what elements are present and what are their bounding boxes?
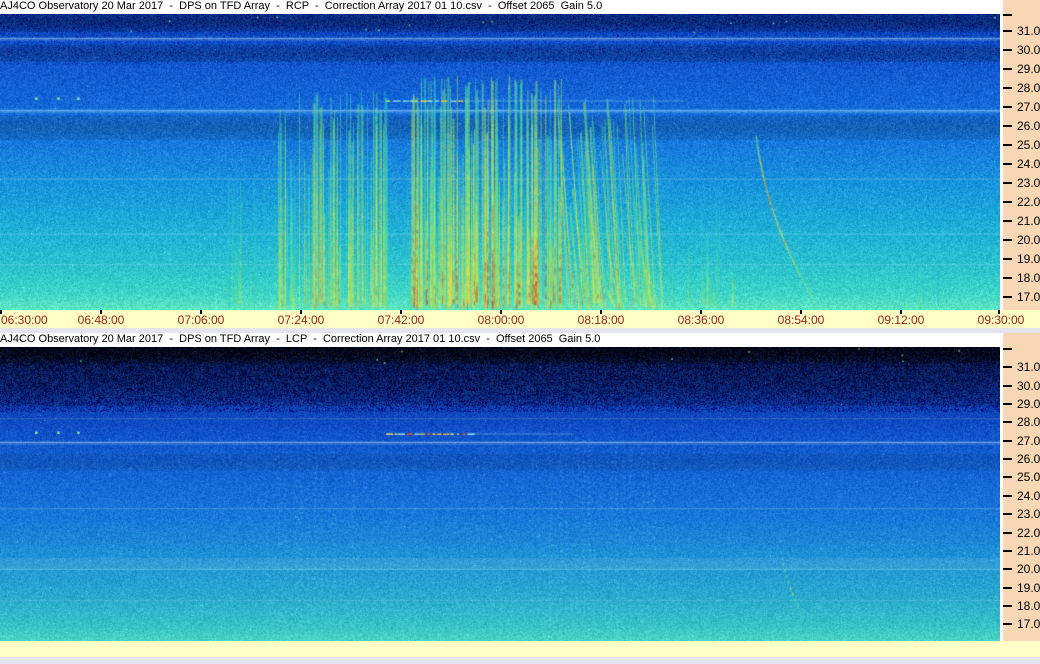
spectrogram-canvas-rcp[interactable] — [0, 14, 1000, 310]
freq-tick — [1003, 276, 1012, 279]
panel-body-rcp — [0, 14, 1003, 310]
time-tick-label: 08:54:00 — [777, 313, 825, 327]
freq-tick-label: 27.0 — [1017, 433, 1040, 448]
freq-tick — [1003, 105, 1012, 108]
freq-tick — [1003, 439, 1012, 442]
freq-tick — [1003, 549, 1012, 552]
freq-tick — [1003, 257, 1012, 260]
freq-tick-label: 30.0 — [1017, 43, 1040, 58]
freq-tick — [1003, 87, 1012, 89]
freq-tick-label: 25.0 — [1017, 137, 1040, 152]
freq-scale-cap-lcp — [1003, 333, 1040, 347]
time-tick-label: 07:42:00 — [377, 313, 425, 327]
freq-tick-label: 17.0 — [1017, 617, 1040, 632]
freq-tick-label: 23.0 — [1017, 507, 1040, 522]
freq-tick-label: 20.0 — [1017, 232, 1040, 247]
frequency-scale-rcp: 31.0 30.0 29.0 28.0 27.0 26.0 25.0 24.0 23.0 22.0… — [1003, 14, 1040, 310]
freq-tick — [1003, 623, 1012, 626]
time-axis-lcp — [0, 641, 1040, 657]
freq-tick-label: 28.0 — [1017, 415, 1040, 430]
spectrogram-canvas-lcp[interactable] — [0, 347, 1000, 641]
panel-title-rcp: AJ4CO Observatory 20 Mar 2017 - DPS on T… — [0, 0, 1003, 14]
freq-tick — [1003, 605, 1012, 608]
time-tick-label: 08:18:00 — [577, 313, 625, 327]
freq-tick — [1003, 181, 1012, 184]
freq-tick-label: 26.0 — [1017, 118, 1040, 133]
freq-tick-label: 29.0 — [1017, 62, 1040, 77]
freq-tick — [1003, 162, 1012, 165]
freq-tick-label: 28.0 — [1017, 81, 1040, 95]
time-tick-label: 08:00:00 — [477, 313, 525, 327]
frequency-scale-lcp: 31.0 30.0 29.0 28.0 27.0 26.0 25.0 24.0 23.0 22.0… — [1003, 347, 1040, 641]
panel-body-lcp — [0, 347, 1003, 641]
time-tick-label: 08:36:00 — [677, 313, 725, 327]
freq-tick-label: 23.0 — [1017, 175, 1040, 190]
spectrograph-window: AJ4CO Observatory 20 Mar 2017 - DPS on T… — [0, 0, 1040, 664]
freq-scale-cap-rcp — [1003, 0, 1040, 14]
freq-tick — [1003, 494, 1012, 497]
freq-tick — [1003, 402, 1012, 405]
freq-tick — [1003, 568, 1012, 571]
freq-tick-label: 24.0 — [1017, 488, 1040, 503]
freq-tick — [1003, 200, 1012, 203]
freq-tick — [1003, 458, 1012, 461]
freq-tick — [1003, 347, 1012, 350]
time-tick-label: 06:30:00 — [1, 313, 48, 327]
time-axis-rcp: 06:30:00 06:48:00 07:06:00 07:24:00 07:42:00… — [0, 310, 1040, 328]
freq-tick — [1003, 531, 1012, 534]
freq-tick-label: 30.0 — [1017, 378, 1040, 393]
freq-tick-label: 27.0 — [1017, 99, 1040, 114]
time-tick-label: 07:06:00 — [177, 313, 225, 327]
freq-tick — [1003, 513, 1012, 516]
footer-strip — [0, 657, 1040, 664]
freq-tick-label: 22.0 — [1017, 525, 1040, 540]
freq-tick — [1003, 68, 1012, 71]
freq-tick — [1003, 14, 1012, 16]
freq-tick-label: 31.0 — [1017, 360, 1040, 375]
freq-tick-label: 18.0 — [1017, 599, 1040, 614]
freq-tick-label: 26.0 — [1017, 452, 1040, 467]
time-tick-label: 07:24:00 — [277, 313, 325, 327]
freq-tick — [1003, 586, 1012, 589]
freq-tick-label: 29.0 — [1017, 396, 1040, 411]
freq-tick-label: 22.0 — [1017, 194, 1040, 209]
freq-tick — [1003, 476, 1012, 479]
freq-tick-label: 25.0 — [1017, 470, 1040, 485]
freq-tick-label: 17.0 — [1017, 289, 1040, 304]
freq-tick — [1003, 384, 1012, 387]
freq-tick-label: 31.0 — [1017, 24, 1040, 39]
freq-tick-label: 18.0 — [1017, 270, 1040, 285]
freq-tick — [1003, 238, 1012, 241]
time-tick-label: 09:12:00 — [877, 313, 925, 327]
freq-tick-label: 24.0 — [1017, 156, 1040, 171]
freq-tick — [1003, 366, 1012, 369]
freq-tick-label: 19.0 — [1017, 580, 1040, 595]
freq-tick — [1003, 30, 1012, 33]
time-tick-label: 06:48:00 — [77, 313, 125, 327]
freq-tick — [1003, 49, 1012, 52]
freq-tick — [1003, 421, 1012, 424]
freq-tick-label: 20.0 — [1017, 562, 1040, 577]
freq-tick — [1003, 143, 1012, 146]
freq-tick — [1003, 124, 1012, 127]
freq-tick-label: 21.0 — [1017, 543, 1040, 558]
panel-title-lcp: AJ4CO Observatory 20 Mar 2017 - DPS on T… — [0, 333, 1003, 347]
time-tick-label: 09:30:00 — [977, 313, 1025, 327]
freq-tick — [1003, 295, 1012, 298]
freq-tick — [1003, 219, 1012, 222]
freq-tick-label: 19.0 — [1017, 251, 1040, 266]
freq-tick-label: 21.0 — [1017, 213, 1040, 228]
